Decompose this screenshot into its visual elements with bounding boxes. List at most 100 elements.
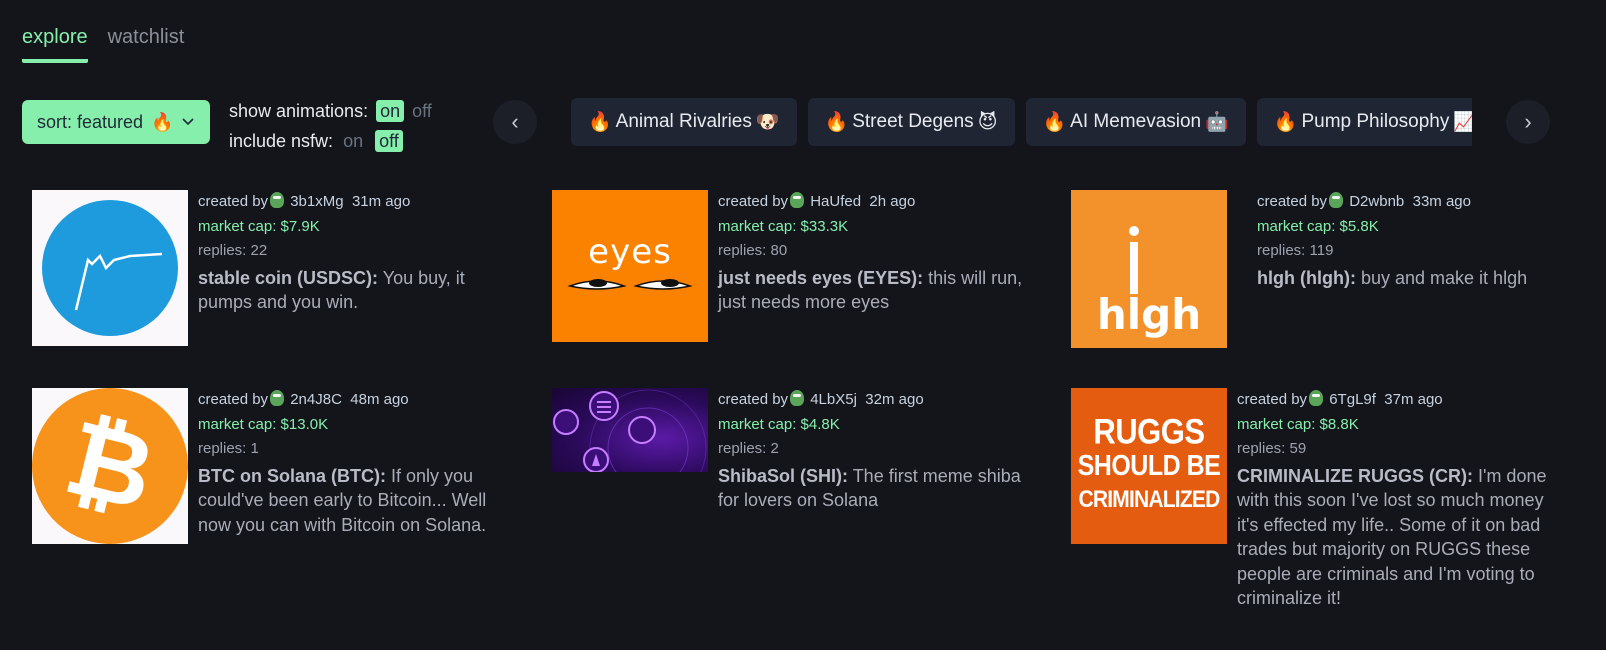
coin-description: ShibaSol (SHI): The first meme shiba for… <box>718 464 1028 513</box>
replies-count: 80 <box>770 242 788 259</box>
mcap-label: market cap: <box>198 415 277 433</box>
coin-card-usdsc[interactable]: created by 3b1xMg 31m ago market cap: $7… <box>32 190 512 346</box>
crypto-icons-graphic <box>553 389 707 472</box>
coin-description: BTC on Solana (BTC): If only you could'v… <box>198 464 498 538</box>
created-age: 32m ago <box>865 391 924 408</box>
mcap-label: market cap: <box>1237 415 1316 433</box>
coin-card-criminalize-ruggs[interactable]: RUGGS SHOULD BE CRIMINALIZED created by … <box>1071 388 1571 611</box>
mcap-label: market cap: <box>1257 217 1336 235</box>
mcap-value: $4.8K <box>800 415 840 433</box>
replies-count: 22 <box>250 242 268 259</box>
chart-up-icon: 📈 <box>1453 112 1472 133</box>
market-cap: market cap: $4.8K <box>718 413 1028 438</box>
chip-street-degens[interactable]: 🔥 Street Degens 😈 <box>807 98 1015 146</box>
replies-count: 2 <box>770 440 779 457</box>
coin-info: created by 4LbX5j 32m ago market cap: $4… <box>718 388 1028 513</box>
creator-line: created by 3b1xMg 31m ago <box>198 190 512 215</box>
nsfw-on-button[interactable]: on <box>343 126 363 156</box>
market-cap: market cap: $33.3K <box>718 215 1032 240</box>
fire-icon: 🔥 <box>588 112 612 133</box>
created-age: 2h ago <box>869 193 916 210</box>
mcap-label: market cap: <box>718 415 797 433</box>
market-cap: market cap: $13.0K <box>198 413 498 438</box>
coin-card-shibasol[interactable]: created by 4LbX5j 32m ago market cap: $4… <box>552 388 1032 513</box>
category-carousel: 🔥 Animal Rivalries 🐶 🔥 Street Degens 😈 🔥… <box>571 98 1472 146</box>
devil-icon: 😈 <box>977 111 998 133</box>
sort-dropdown-button[interactable]: sort: featured 🔥 <box>22 100 210 144</box>
coin-image: RUGGS SHOULD BE CRIMINALIZED <box>1071 388 1227 544</box>
coin-card-btc[interactable]: ₿ created by 2n4J8C 48m ago market cap: … <box>32 388 512 544</box>
line-icon <box>1130 242 1138 294</box>
eyes-text: eyes <box>588 232 672 272</box>
stable-coin-logo <box>42 200 178 336</box>
fire-icon: 🔥 <box>151 111 174 132</box>
coin-description: stable coin (USDSC): You buy, it pumps a… <box>198 266 512 315</box>
replies-label: replies: <box>718 242 767 259</box>
coin-info: created by HaUfed 2h ago market cap: $33… <box>718 190 1032 342</box>
animations-off-button[interactable]: off <box>412 96 432 126</box>
market-cap: market cap: $8.8K <box>1237 413 1555 438</box>
replies-label: replies: <box>718 440 767 457</box>
coin-card-eyes[interactable]: eyes created by HaUfed 2h ago market cap… <box>552 190 1032 342</box>
fire-icon: 🔥 <box>1042 112 1067 133</box>
nsfw-label: include nsfw: <box>229 131 334 151</box>
replies-label: replies: <box>198 440 247 457</box>
animations-on-button[interactable]: on <box>376 100 405 122</box>
replies: replies: 22 <box>198 239 512 264</box>
creator-link[interactable]: HaUfed <box>810 193 861 210</box>
coin-image <box>552 388 708 472</box>
tab-watchlist[interactable]: watchlist <box>108 26 185 63</box>
replies: replies: 119 <box>1257 239 1527 264</box>
chip-ai-memevasion[interactable]: 🔥 AI Memevasion 🤖 <box>1025 98 1246 146</box>
mcap-value: $8.8K <box>1319 415 1359 433</box>
coin-info: created by 2n4J8C 48m ago market cap: $1… <box>198 388 498 544</box>
creator-link[interactable]: 6TgL9f <box>1329 391 1376 408</box>
coin-card-hlgh[interactable]: hlgh created by D2wbnb 33m ago market ca… <box>1071 190 1571 348</box>
chip-label: AI Memevasion <box>1070 111 1202 132</box>
coin-name: stable coin (USDSC): <box>198 267 379 288</box>
mcap-value: $5.8K <box>1339 217 1379 235</box>
coin-name: just needs eyes (EYES): <box>718 267 924 288</box>
created-label: created by <box>1237 391 1308 408</box>
coin-image: ₿ <box>32 388 188 544</box>
creator-link[interactable]: 3b1xMg <box>290 193 343 210</box>
creator-link[interactable]: 2n4J8C <box>290 391 342 408</box>
eyes-icon <box>567 279 693 290</box>
creator-link[interactable]: 4LbX5j <box>810 391 857 408</box>
coin-name: ShibaSol (SHI): <box>718 465 848 486</box>
sort-label: sort: featured <box>37 111 144 132</box>
chip-label: Street Degens <box>852 111 974 132</box>
replies: replies: 1 <box>198 437 498 462</box>
replies: replies: 80 <box>718 239 1032 264</box>
ruggs-line-3: CRIMINALIZED <box>1078 486 1221 513</box>
mcap-value: $13.0K <box>280 415 329 433</box>
creator-link[interactable]: D2wbnb <box>1349 193 1404 210</box>
chip-animal-rivalries[interactable]: 🔥 Animal Rivalries 🐶 <box>571 98 797 146</box>
avatar-icon <box>1309 390 1324 406</box>
coin-description: just needs eyes (EYES): this will run, j… <box>718 266 1032 315</box>
coin-image: hlgh <box>1071 190 1227 348</box>
coin-desc: buy and make it hlgh <box>1360 267 1528 288</box>
coin-description: CRIMINALIZE RUGGS (CR): I'm done with th… <box>1237 464 1555 611</box>
coin-name: CRIMINALIZE RUGGS (CR): <box>1237 465 1473 486</box>
created-age: 31m ago <box>351 193 411 210</box>
chevron-left-icon: ‹ <box>511 109 519 134</box>
carousel-next-button[interactable]: › <box>1506 100 1550 144</box>
created-age: 33m ago <box>1412 193 1471 210</box>
created-label: created by <box>718 391 789 408</box>
robot-icon: 🤖 <box>1205 112 1229 133</box>
market-cap: market cap: $5.8K <box>1257 215 1527 240</box>
animations-toggle-row: show animations: on off <box>229 96 432 126</box>
nsfw-off-button[interactable]: off <box>375 130 403 152</box>
coin-info: created by 6TgL9f 37m ago market cap: $8… <box>1237 388 1555 611</box>
creator-line: created by 4LbX5j 32m ago <box>718 388 1028 413</box>
avatar-icon <box>790 390 805 406</box>
tab-explore[interactable]: explore <box>22 26 88 63</box>
carousel-prev-button[interactable]: ‹ <box>493 100 537 144</box>
toggle-group: show animations: on off include nsfw: on… <box>229 96 432 156</box>
chevron-right-icon: › <box>1524 109 1532 134</box>
replies-label: replies: <box>1237 440 1286 457</box>
market-cap: market cap: $7.9K <box>198 215 512 240</box>
created-label: created by <box>198 391 269 408</box>
chip-pump-philosophy[interactable]: 🔥 Pump Philosophy 📈 <box>1256 98 1472 146</box>
